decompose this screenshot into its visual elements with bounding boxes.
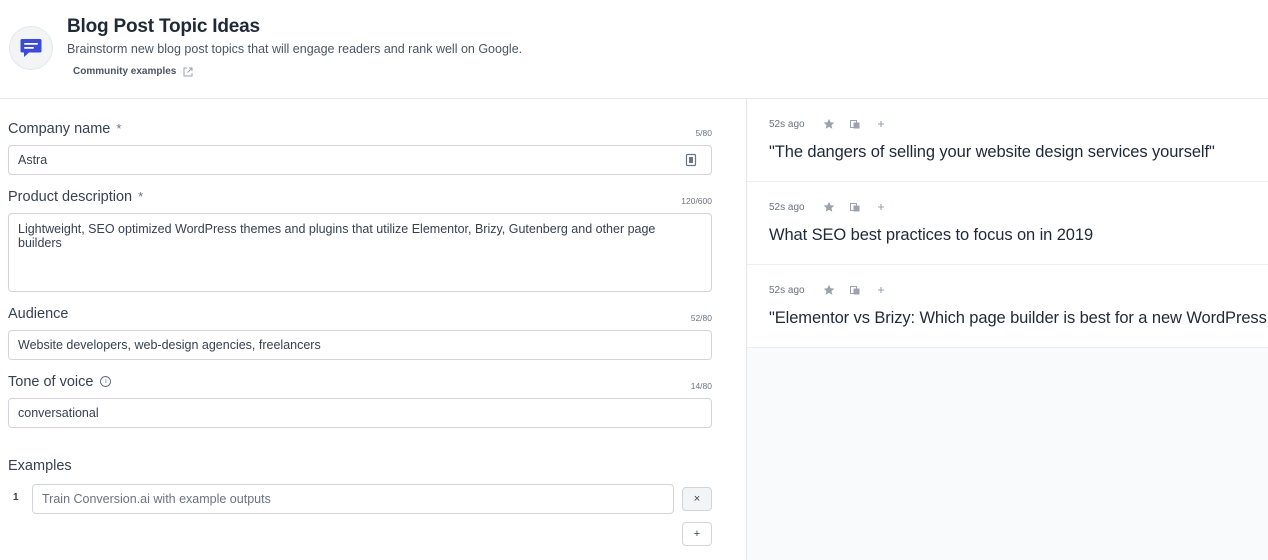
input-form: Company name * 5/80 Astra Product descrip… bbox=[0, 99, 746, 560]
external-link-icon bbox=[182, 66, 194, 78]
info-icon[interactable]: i bbox=[100, 375, 112, 387]
result-item[interactable]: 52s ago "Elementor vs Brizy: Which page … bbox=[747, 265, 1268, 348]
product-description-counter: 120/600 bbox=[681, 196, 712, 206]
star-icon[interactable] bbox=[823, 284, 835, 296]
clipboard-icon[interactable] bbox=[685, 153, 697, 167]
result-actions bbox=[823, 118, 887, 130]
page-subtitle: Brainstorm new blog post topics that wil… bbox=[67, 42, 523, 56]
product-description-value: Lightweight, SEO optimized WordPress the… bbox=[18, 222, 656, 250]
result-text: "Elementor vs Brizy: Which page builder … bbox=[769, 309, 1268, 327]
result-time: 52s ago bbox=[769, 202, 805, 213]
result-item[interactable]: 52s ago What SEO best practices to focus… bbox=[747, 182, 1268, 265]
tone-of-voice-counter: 14/80 bbox=[690, 381, 712, 391]
add-example-button[interactable]: + bbox=[682, 522, 712, 546]
result-text: What SEO best practices to focus on in 2… bbox=[769, 226, 1094, 244]
plus-icon[interactable] bbox=[875, 118, 887, 130]
tone-of-voice-label: Tone of voice i bbox=[8, 374, 112, 390]
company-name-label-text: Company name bbox=[8, 121, 111, 137]
example-placeholder: Train Conversion.ai with example outputs bbox=[42, 492, 271, 506]
copy-icon[interactable] bbox=[849, 201, 861, 213]
result-actions bbox=[823, 201, 887, 213]
copy-icon[interactable] bbox=[849, 118, 861, 130]
result-time: 52s ago bbox=[769, 119, 805, 130]
result-item[interactable]: 52s ago "The dangers of selling your web… bbox=[747, 99, 1268, 182]
company-name-value: Astra bbox=[18, 153, 48, 167]
required-marker: * bbox=[138, 189, 144, 204]
product-description-label-text: Product description bbox=[8, 189, 133, 205]
tone-of-voice-label-text: Tone of voice bbox=[8, 374, 94, 390]
page-header: Blog Post Topic Ideas Brainstorm new blo… bbox=[0, 0, 1268, 99]
remove-example-button[interactable]: × bbox=[682, 487, 712, 511]
page-title: Blog Post Topic Ideas bbox=[67, 16, 260, 37]
community-examples-label: Community examples bbox=[73, 66, 177, 77]
copy-icon[interactable] bbox=[849, 284, 861, 296]
result-time: 52s ago bbox=[769, 285, 805, 296]
example-input[interactable]: Train Conversion.ai with example outputs bbox=[32, 484, 674, 514]
product-description-field[interactable]: Lightweight, SEO optimized WordPress the… bbox=[8, 213, 712, 292]
result-text: "The dangers of selling your website des… bbox=[769, 143, 1215, 161]
tone-of-voice-field[interactable]: conversational bbox=[8, 398, 712, 428]
audience-field[interactable]: Website developers, web-design agencies,… bbox=[8, 330, 712, 360]
chat-bubble-icon bbox=[9, 26, 53, 70]
example-index: 1 bbox=[13, 492, 19, 503]
required-marker: * bbox=[116, 121, 122, 136]
plus-icon[interactable] bbox=[875, 201, 887, 213]
star-icon[interactable] bbox=[823, 118, 835, 130]
tone-of-voice-value: conversational bbox=[18, 406, 99, 420]
result-actions bbox=[823, 284, 887, 296]
community-examples-link[interactable]: Community examples bbox=[67, 63, 201, 80]
results-panel: 52s ago "The dangers of selling your web… bbox=[746, 99, 1268, 560]
examples-label: Examples bbox=[8, 458, 72, 474]
audience-value: Website developers, web-design agencies,… bbox=[18, 338, 321, 352]
plus-icon[interactable] bbox=[875, 284, 887, 296]
company-name-label: Company name * bbox=[8, 121, 121, 137]
product-description-label: Product description * bbox=[8, 189, 143, 205]
audience-counter: 52/80 bbox=[690, 313, 712, 323]
company-name-field[interactable]: Astra bbox=[8, 145, 712, 175]
audience-label: Audience bbox=[8, 306, 69, 322]
star-icon[interactable] bbox=[823, 201, 835, 213]
company-name-counter: 5/80 bbox=[695, 128, 712, 138]
